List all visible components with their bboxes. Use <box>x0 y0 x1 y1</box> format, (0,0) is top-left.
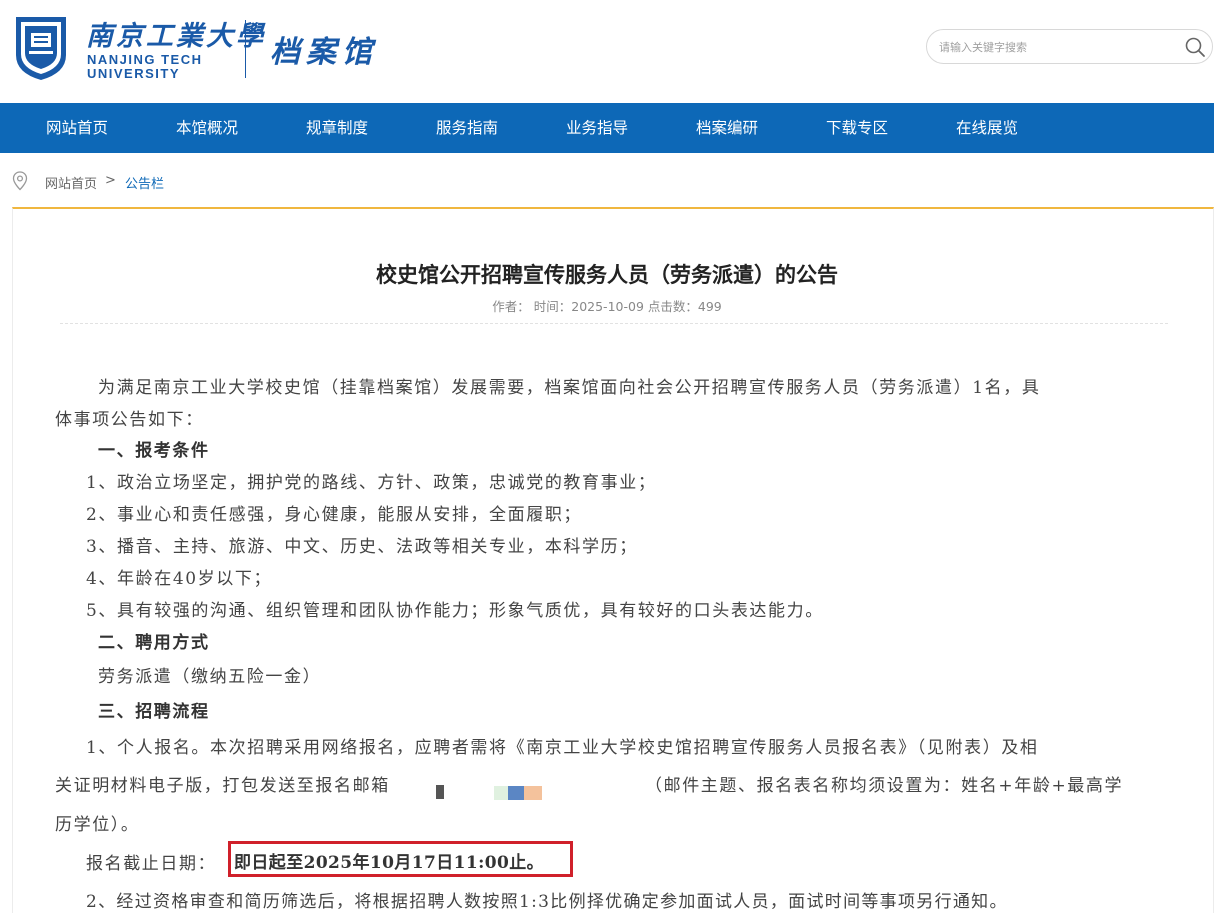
article-title: 校史馆公开招聘宣传服务人员（劳务派遣）的公告 <box>376 263 838 287</box>
nav-item-online-exhibition[interactable]: 在线展览 <box>956 103 1018 153</box>
email-redaction <box>494 786 508 800</box>
meta-views-label: 点击数： <box>647 299 698 314</box>
nav-item-archives-compilation[interactable]: 档案编研 <box>696 103 758 153</box>
email-redaction <box>524 786 542 800</box>
site-header: 南京工業大學 NANJING TECH UNIVERSITY 档案馆 <box>0 0 1214 103</box>
logo-divider <box>245 20 246 78</box>
nav-item-business-guidance[interactable]: 业务指导 <box>566 103 628 153</box>
email-redaction <box>508 786 524 800</box>
section-heading-employment: 二、聘用方式 <box>98 633 210 653</box>
meta-date: 2025-10-09 <box>571 299 644 314</box>
deadline-highlight-box <box>228 841 573 877</box>
main-nav: 网站首页 本馆概况 规章制度 服务指南 业务指导 档案编研 下载专区 在线展览 <box>0 103 1214 153</box>
process-step-1-line2: 关证明材料电子版，打包发送至报名邮箱 <box>55 776 390 796</box>
breadcrumb-current-link[interactable]: 公告栏 <box>125 173 164 192</box>
paragraph-intro-line1: 为满足南京工业大学校史馆（挂靠档案馆）发展需要，档案馆面向社会公开招聘宣传服务人… <box>98 378 1041 398</box>
university-name-en-line1[interactable]: NANJING TECH <box>87 52 203 67</box>
nav-item-home[interactable]: 网站首页 <box>46 103 108 153</box>
search-box <box>926 29 1213 64</box>
search-input[interactable] <box>939 38 1169 56</box>
requirement-item-1: 1、政治立场坚定，拥护党的路线、方针、政策，忠诚党的教育事业； <box>86 473 657 493</box>
location-pin-icon <box>12 171 28 191</box>
university-name-en-line2[interactable]: UNIVERSITY <box>87 66 180 81</box>
article-meta: 作者： 时间：2025-10-09 点击数：499 <box>0 296 1214 315</box>
university-name-cn[interactable]: 南京工業大學 <box>86 14 266 53</box>
deadline-label: 报名截止日期： <box>86 854 217 874</box>
university-emblem-icon[interactable] <box>12 15 70 81</box>
site-name[interactable]: 档案馆 <box>270 27 378 71</box>
meta-views: 499 <box>697 299 722 314</box>
meta-time-label: 时间： <box>533 299 572 314</box>
nav-item-downloads[interactable]: 下载专区 <box>826 103 888 153</box>
section-heading-process: 三、招聘流程 <box>98 702 210 722</box>
section-heading-requirements: 一、报考条件 <box>98 441 210 461</box>
meta-author-label: 作者： <box>492 299 530 314</box>
nav-item-regulations[interactable]: 规章制度 <box>306 103 368 153</box>
requirement-item-3: 3、播音、主持、旅游、中文、历史、法政等相关专业，本科学历； <box>86 537 638 557</box>
process-step-1-line1: 1、个人报名。本次招聘采用网络报名，应聘者需将《南京工业大学校史馆招聘宣传服务人… <box>86 738 1039 758</box>
breadcrumb-home-link[interactable]: 网站首页 <box>45 173 97 192</box>
process-step-1-line2-tail: （邮件主题、报名表名称均须设置为：姓名+年龄+最高学 <box>645 776 1124 796</box>
requirement-item-2: 2、事业心和责任感强，身心健康，能服从安排，全面履职； <box>86 505 583 525</box>
requirement-item-4: 4、年龄在40岁以下； <box>86 569 273 589</box>
process-step-2: 2、经过资格审查和简历筛选后，将根据招聘人数按照1:3比例择优确定参加面试人员，… <box>86 892 1008 912</box>
meta-divider <box>60 323 1168 324</box>
employment-type: 劳务派遣（缴纳五险一金） <box>98 667 322 687</box>
nav-item-overview[interactable]: 本馆概况 <box>176 103 238 153</box>
email-redaction <box>436 785 444 799</box>
breadcrumb-separator: > <box>105 173 116 188</box>
process-step-1-line3: 历学位）。 <box>55 815 140 835</box>
paragraph-intro-line2: 体事项公告如下： <box>55 410 204 430</box>
search-icon[interactable] <box>1184 36 1206 58</box>
requirement-item-5: 5、具有较强的沟通、组织管理和团队协作能力；形象气质优，具有较好的口头表达能力。 <box>86 601 824 621</box>
nav-item-service-guide[interactable]: 服务指南 <box>436 103 498 153</box>
